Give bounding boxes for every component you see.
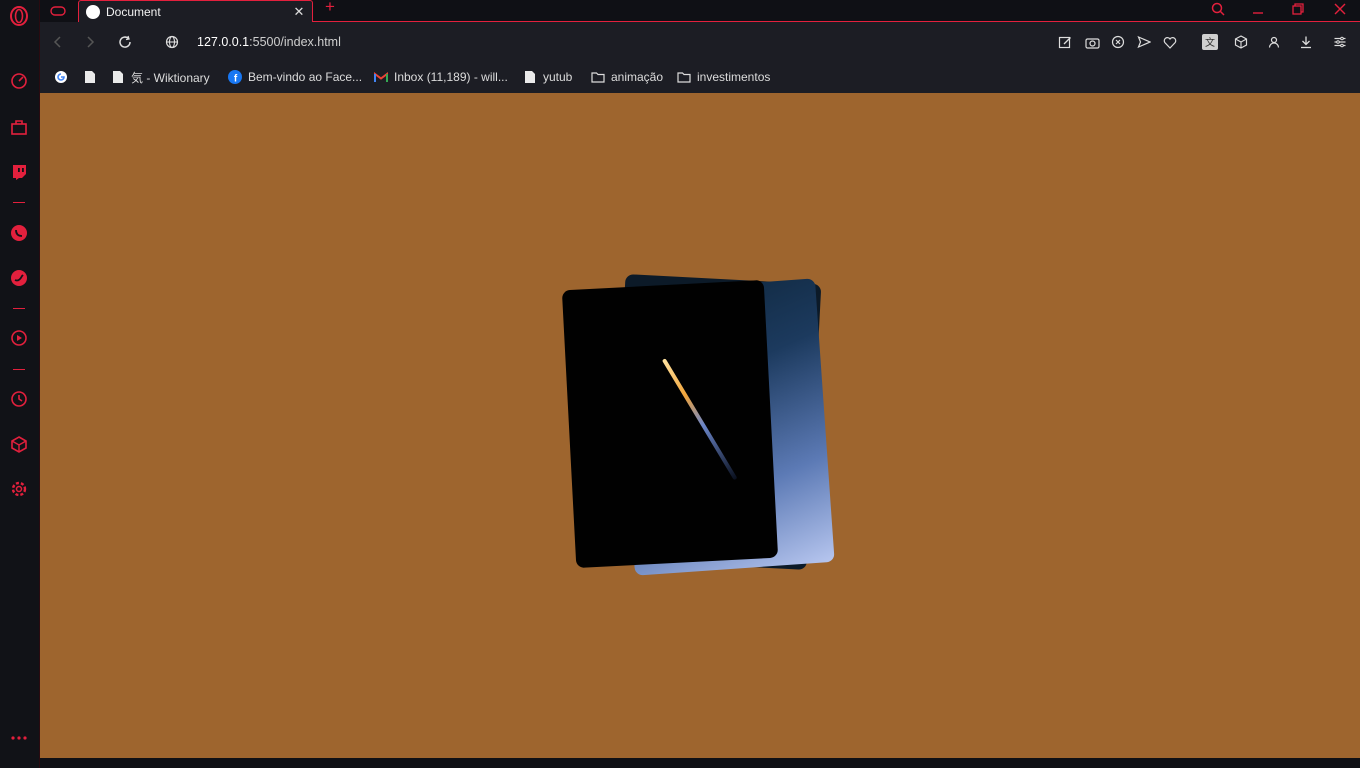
whatsapp-icon[interactable]: [8, 222, 30, 244]
tab-strip: Document ✕ +: [40, 0, 1360, 22]
forward-icon[interactable]: [80, 32, 100, 52]
bottom-edge: [40, 758, 1360, 768]
download-icon[interactable]: [1296, 32, 1316, 52]
page-content: [40, 93, 1360, 758]
bookmark-label: Bem-vindo ao Face...: [248, 70, 363, 84]
bookmark-label: animação: [611, 70, 664, 84]
svg-text:文: 文: [1205, 36, 1215, 49]
send-icon[interactable]: [1134, 32, 1154, 52]
globe-icon: [86, 4, 100, 19]
translate-extension-icon[interactable]: 文: [1200, 32, 1220, 52]
close-tab-icon[interactable]: ✕: [290, 4, 308, 20]
reload-icon[interactable]: [115, 32, 135, 52]
card-comet[interactable]: [561, 279, 779, 569]
more-icon[interactable]: [8, 727, 30, 749]
bookmark-label: investimentos: [697, 70, 771, 84]
easy-setup-icon[interactable]: [1330, 32, 1350, 52]
profile-icon[interactable]: [1264, 32, 1284, 52]
facebook-icon: f: [228, 70, 242, 84]
gmail-icon: [374, 70, 388, 84]
bookmark-folder-animacao[interactable]: animação: [591, 68, 663, 86]
address-field[interactable]: 127.0.0.1:5500/index.html: [197, 35, 341, 49]
bookmarks-bar: 気 - Wiktionary f Bem-vindo ao Face... In…: [40, 62, 1360, 93]
opera-logo-icon[interactable]: [8, 5, 30, 27]
cube-icon[interactable]: [1231, 32, 1251, 52]
edit-icon[interactable]: [1055, 32, 1075, 52]
twitch-icon[interactable]: [8, 161, 30, 183]
bookmark-page[interactable]: [83, 68, 97, 86]
settings-icon[interactable]: [8, 478, 30, 500]
page-icon: [111, 70, 125, 84]
search-tabs-icon[interactable]: [1198, 0, 1238, 18]
camera-icon[interactable]: [1082, 32, 1102, 52]
bookmark-facebook[interactable]: f Bem-vindo ao Face...: [228, 68, 362, 86]
tab-document[interactable]: Document ✕: [78, 0, 313, 22]
site-info-globe-icon[interactable]: [162, 32, 182, 52]
page-icon: [523, 70, 537, 84]
tab-title: Document: [106, 4, 161, 19]
url-path: :5500/index.html: [249, 35, 341, 49]
shopping-icon[interactable]: [8, 116, 30, 138]
twitter-icon[interactable]: [8, 267, 30, 289]
new-tab-button[interactable]: +: [320, 0, 340, 18]
bookmark-label: Inbox (11,189) - will...: [394, 70, 508, 84]
sidebar-separator: [13, 308, 25, 309]
sidebar-separator: [13, 369, 25, 370]
bookmark-folder-investimentos[interactable]: investimentos: [677, 68, 770, 86]
sidebar: [0, 0, 40, 768]
page-icon: [83, 70, 97, 84]
folder-icon: [677, 70, 691, 84]
bookmark-label: yutub: [543, 70, 573, 84]
player-icon[interactable]: [8, 327, 30, 349]
ad-block-icon[interactable]: [1108, 32, 1128, 52]
bookmark-google[interactable]: [54, 68, 68, 86]
address-toolbar: 127.0.0.1:5500/index.html 文: [40, 22, 1360, 62]
history-icon[interactable]: [8, 388, 30, 410]
folder-icon: [591, 70, 605, 84]
close-window-icon[interactable]: [1320, 0, 1360, 18]
back-icon[interactable]: [48, 32, 68, 52]
url-host: 127.0.0.1: [197, 35, 250, 49]
restore-icon[interactable]: [1278, 0, 1318, 18]
google-icon: [54, 70, 68, 84]
speed-dial-icon[interactable]: [8, 70, 30, 92]
comet-image: [661, 358, 738, 481]
bookmark-wiktionary[interactable]: 気 - Wiktionary: [111, 68, 210, 86]
bookmark-yutub[interactable]: yutub: [523, 68, 572, 86]
extensions-icon[interactable]: [8, 433, 30, 455]
bookmark-gmail[interactable]: Inbox (11,189) - will...: [374, 68, 508, 86]
sidebar-separator: [13, 202, 25, 203]
gamepad-icon[interactable]: [40, 0, 76, 22]
bookmark-label: 気 - Wiktionary: [131, 70, 210, 85]
heart-icon[interactable]: [1160, 32, 1180, 52]
minimize-icon[interactable]: [1238, 0, 1278, 18]
browser-window: Document ✕ + 127.0.0.1:5500/index.html 文…: [0, 0, 1360, 768]
